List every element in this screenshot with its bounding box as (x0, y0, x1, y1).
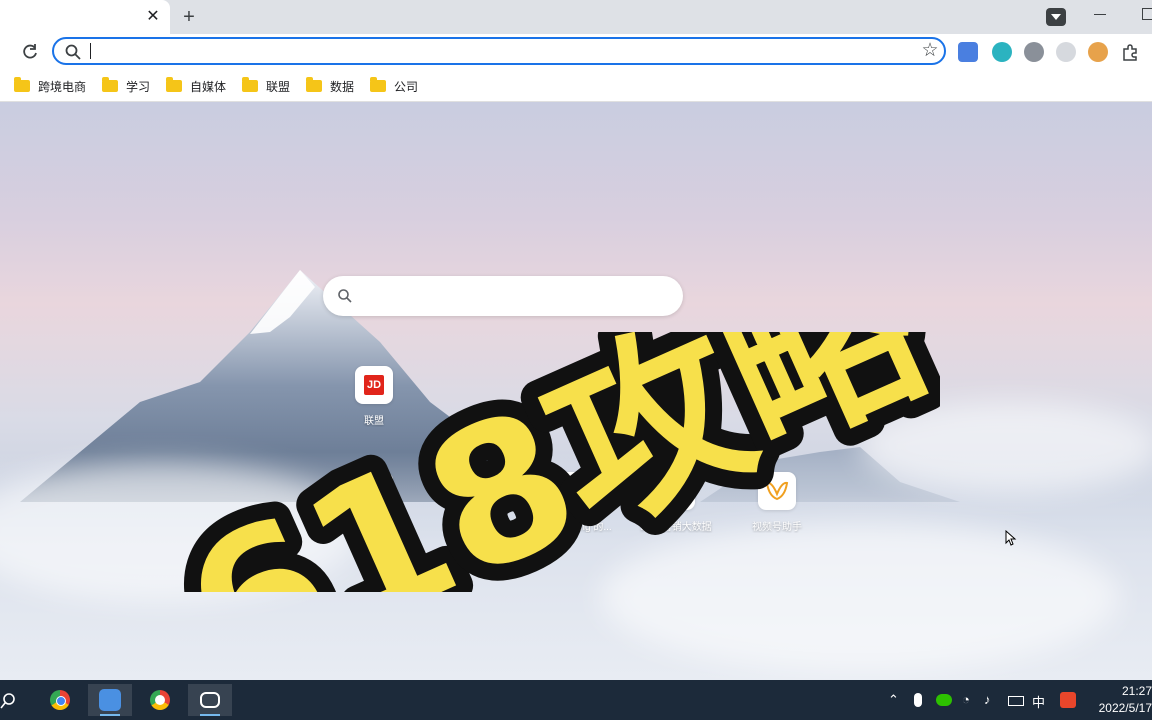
bookmark-label: 学习 (126, 79, 151, 94)
clock[interactable]: 21:27 2022/5/17 (1086, 683, 1152, 717)
bookmark-label: 自媒体 (190, 79, 227, 94)
active-tab[interactable]: ✕ (0, 0, 170, 34)
folder-icon (306, 77, 322, 92)
taskbar: ⌃ ◔ ♪ 中 21:27 2022/5/17 (0, 680, 1152, 720)
new-tab-icon[interactable]: + (178, 6, 200, 28)
translate-extension-icon[interactable] (958, 42, 978, 62)
chrome-taskbar-icon[interactable] (38, 684, 82, 716)
e-browser-icon (150, 690, 170, 710)
bookmarks-bar: 跨境电商 学习 自媒体 联盟 数据 公司 (0, 70, 1152, 102)
search-icon (65, 44, 81, 60)
bookmark-label: 联盟 (266, 79, 291, 94)
sogou-ime-icon[interactable] (1060, 692, 1076, 708)
overlay-title: 618攻略 618攻略 (180, 332, 940, 592)
folder-icon (242, 77, 258, 92)
bookmark-label: 数据 (330, 79, 355, 94)
browser-taskbar-icon[interactable] (88, 684, 132, 716)
extension-icon[interactable] (992, 42, 1012, 62)
bookmark-folder[interactable]: 自媒体 (166, 76, 226, 96)
chrome-icon (50, 690, 70, 710)
folder-icon (102, 77, 118, 92)
app-taskbar-icon[interactable] (188, 684, 232, 716)
ntp-search-box[interactable] (323, 276, 683, 316)
battery-icon[interactable] (1008, 696, 1024, 706)
volume-icon[interactable]: ♪ (984, 692, 991, 707)
overlay-title-text: 618攻略 (180, 332, 940, 592)
bookmark-folder[interactable]: 跨境电商 (14, 76, 86, 96)
browser-e-taskbar-icon[interactable] (138, 684, 182, 716)
reload-icon[interactable] (20, 42, 40, 62)
tab-search-icon[interactable] (1046, 8, 1066, 26)
bookmark-folder[interactable]: 联盟 (242, 76, 290, 96)
zoom-extension-icon[interactable] (1056, 42, 1076, 62)
game-icon (200, 692, 220, 708)
mouse-cursor-icon (1005, 530, 1017, 546)
new-tab-background: JD 联盟 内容与购... 知 首页 东物流 京粑 stormzhang 的..… (0, 102, 1152, 680)
text-caret (90, 43, 91, 59)
folder-icon (166, 77, 182, 92)
wifi-icon[interactable]: ◔ (962, 692, 970, 707)
clock-time: 21:27 (1121, 684, 1152, 698)
folder-icon (370, 77, 386, 92)
bookmark-folder[interactable]: 数据 (306, 76, 354, 96)
extension-icon[interactable] (1024, 42, 1044, 62)
bookmark-folder[interactable]: 学习 (102, 76, 150, 96)
ime-indicator[interactable]: 中 (1032, 692, 1045, 711)
address-bar[interactable]: ☆ (52, 37, 946, 65)
folder-icon (14, 77, 30, 92)
wechat-icon[interactable] (936, 694, 952, 706)
bookmark-label: 公司 (394, 79, 419, 94)
active-browser-icon (99, 689, 121, 711)
clock-date: 2022/5/17 (1098, 701, 1152, 715)
close-tab-icon[interactable]: ✕ (144, 8, 162, 26)
search-icon (338, 289, 352, 303)
tab-strip: ✕ + (0, 0, 1152, 34)
tray-chevron-icon[interactable]: ⌃ (888, 692, 899, 708)
bookmark-label: 跨境电商 (38, 79, 87, 94)
minimize-icon[interactable] (1094, 14, 1106, 15)
search-icon[interactable] (0, 692, 18, 710)
microphone-icon[interactable] (914, 693, 922, 707)
browser-toolbar: ☆ (0, 34, 1152, 70)
bookmark-star-icon[interactable]: ☆ (920, 41, 940, 61)
avatar-extension-icon[interactable] (1088, 42, 1108, 62)
restore-icon[interactable] (1142, 8, 1152, 20)
bookmark-folder[interactable]: 公司 (370, 76, 418, 96)
extensions-puzzle-icon[interactable] (1120, 42, 1140, 62)
address-input[interactable] (90, 41, 914, 63)
